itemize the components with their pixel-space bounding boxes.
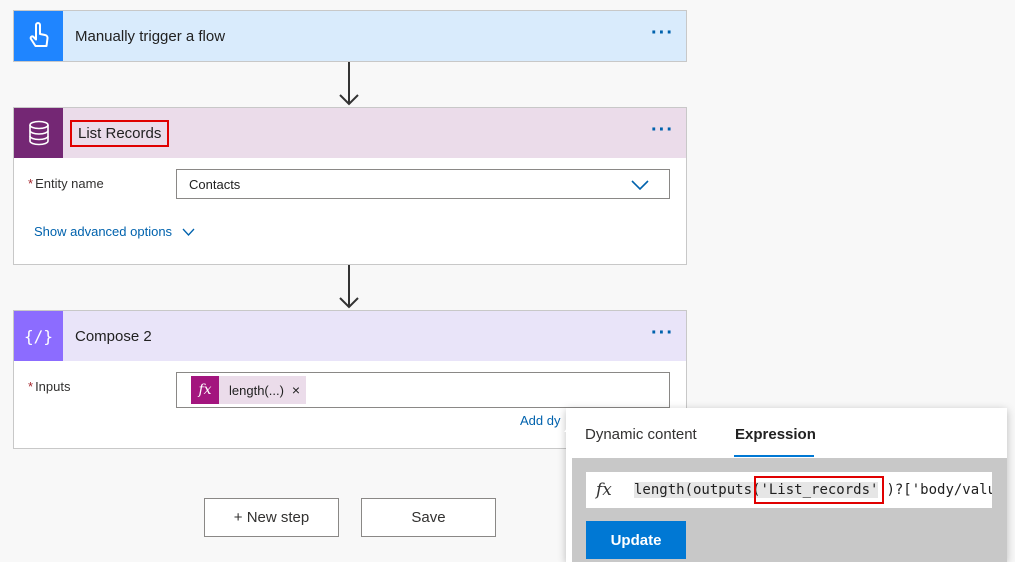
expression-highlight: 'List_records' bbox=[754, 476, 885, 504]
expression-input[interactable]: fx length(outputs('List_records')?['body… bbox=[586, 472, 992, 508]
inputs-field[interactable]: fx length(...) × bbox=[176, 372, 670, 408]
list-records-header[interactable]: List Records ··· bbox=[14, 108, 686, 158]
popup-pointer bbox=[564, 422, 580, 432]
entity-name-label-text: Entity name bbox=[35, 176, 104, 191]
inputs-label: * Inputs bbox=[28, 379, 70, 394]
expression-prefix: length(outputs( bbox=[634, 482, 761, 498]
inputs-label-text: Inputs bbox=[35, 379, 71, 394]
fx-icon: fx bbox=[191, 376, 219, 404]
list-records-title: List Records bbox=[69, 119, 170, 147]
tab-expression[interactable]: Expression bbox=[735, 426, 816, 443]
compose-header[interactable]: {∕} Compose 2 ··· bbox=[14, 311, 686, 361]
add-dynamic-content-link[interactable]: Add dy bbox=[520, 413, 560, 428]
trigger-card-header[interactable]: Manually trigger a flow ··· bbox=[14, 11, 686, 61]
expression-text: length(outputs('List_records')?['body/va… bbox=[634, 476, 992, 504]
tab-dynamic-content[interactable]: Dynamic content bbox=[585, 426, 697, 443]
entity-name-select[interactable]: Contacts bbox=[176, 169, 670, 199]
list-records-more-menu[interactable]: ··· bbox=[651, 120, 674, 140]
hand-touch-icon bbox=[14, 11, 63, 61]
show-advanced-options-link[interactable]: Show advanced options bbox=[34, 224, 195, 239]
trigger-card[interactable]: Manually trigger a flow ··· bbox=[13, 10, 687, 62]
save-button[interactable]: Save bbox=[361, 498, 496, 537]
expression-suffix: )?['body/valu bbox=[886, 482, 992, 498]
connector-arrow bbox=[339, 62, 359, 106]
new-step-button[interactable]: + New step bbox=[204, 498, 339, 537]
chevron-down-icon bbox=[631, 180, 649, 190]
token-label: length(...) bbox=[229, 382, 284, 398]
trigger-more-menu[interactable]: ··· bbox=[651, 23, 674, 43]
update-button[interactable]: Update bbox=[586, 521, 686, 559]
compose-braces-icon: {∕} bbox=[14, 311, 63, 361]
tab-expression-underline bbox=[734, 455, 814, 457]
expression-token[interactable]: fx length(...) × bbox=[191, 376, 307, 404]
chevron-down-icon bbox=[182, 228, 195, 236]
entity-name-value: Contacts bbox=[189, 176, 241, 192]
entity-name-label: * Entity name bbox=[28, 176, 104, 191]
required-asterisk: * bbox=[28, 379, 34, 394]
compose-more-menu[interactable]: ··· bbox=[651, 323, 674, 343]
required-asterisk: * bbox=[28, 176, 34, 191]
dynamic-content-popup: Dynamic content Expression fx length(out… bbox=[564, 408, 1007, 562]
token-remove-icon[interactable]: × bbox=[292, 382, 300, 398]
connector-arrow bbox=[339, 265, 359, 309]
fx-icon: fx bbox=[596, 480, 612, 500]
show-advanced-options-text: Show advanced options bbox=[34, 224, 173, 239]
expression-editor-area: fx length(outputs('List_records')?['body… bbox=[572, 458, 1007, 562]
compose-title: Compose 2 bbox=[75, 327, 152, 345]
trigger-title: Manually trigger a flow bbox=[75, 27, 226, 45]
database-icon bbox=[14, 108, 63, 158]
list-records-card[interactable]: List Records ··· * Entity name Contacts S… bbox=[13, 107, 687, 265]
